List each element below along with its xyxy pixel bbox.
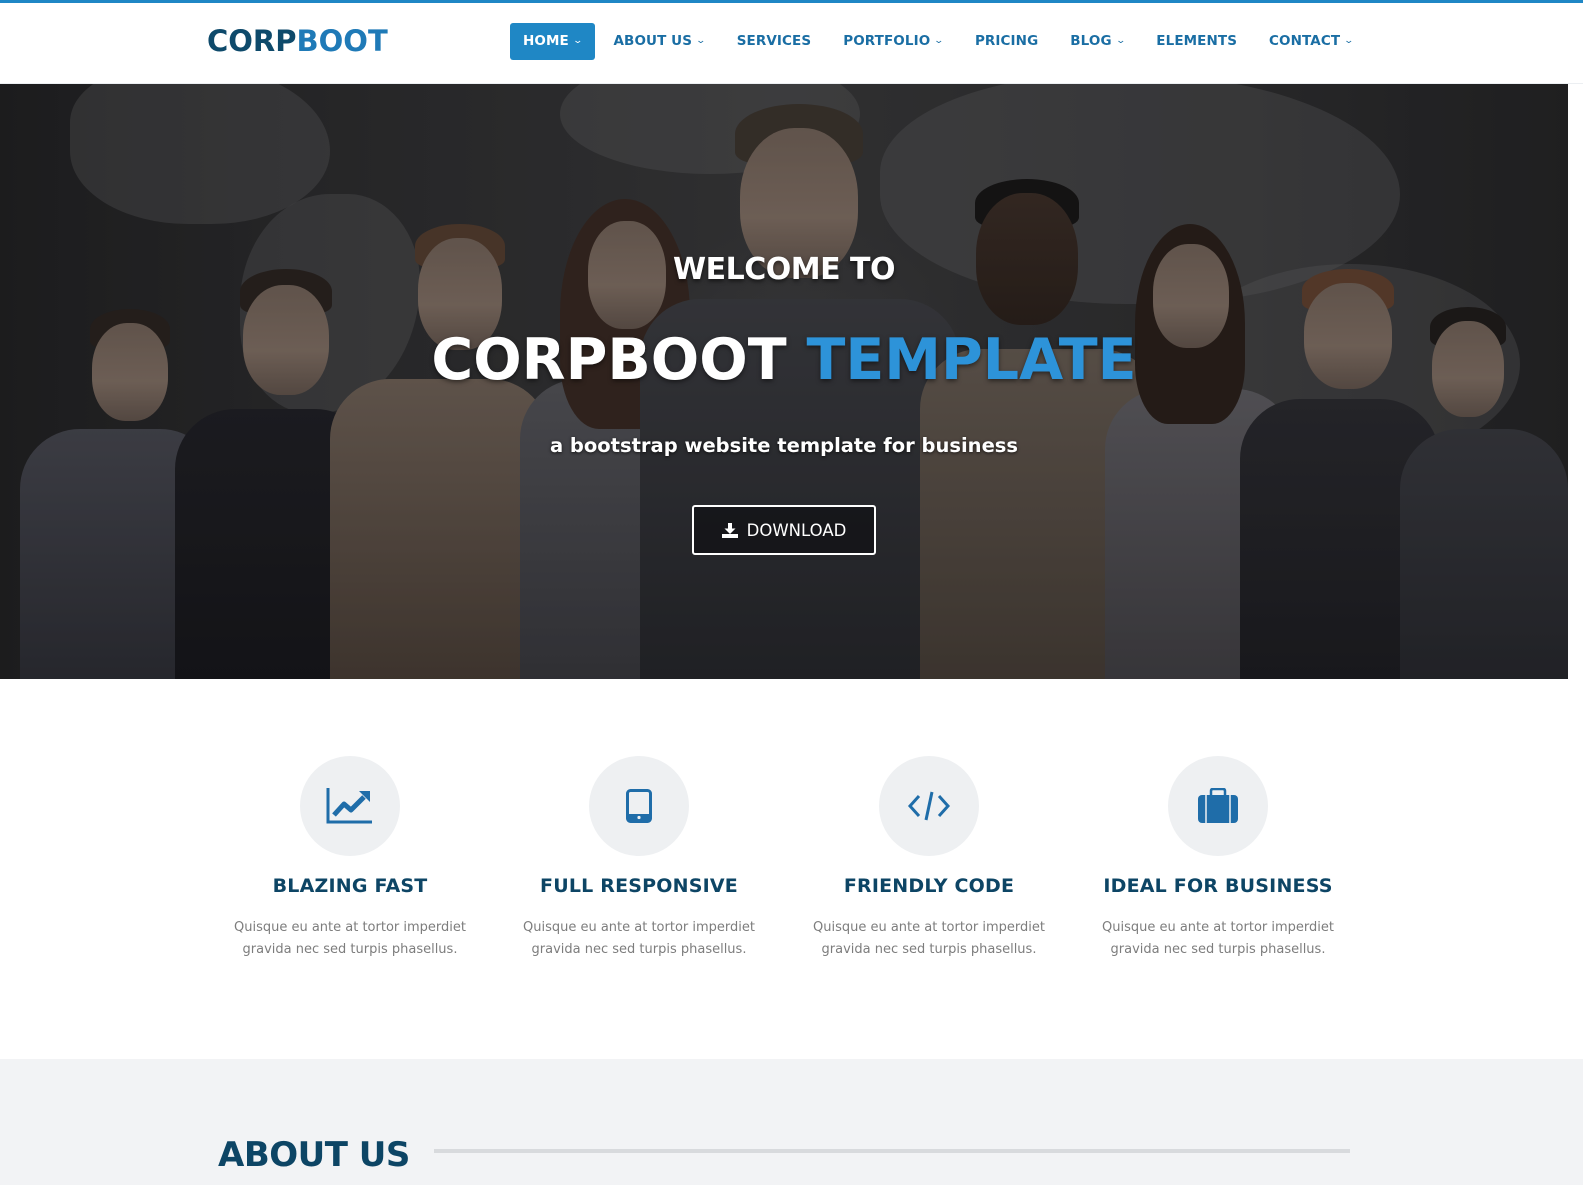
feature-title: BLAZING FAST [272,875,428,897]
chevron-down-icon: ⌄ [933,36,945,46]
chart-line-icon [326,788,372,824]
download-label: DOWNLOAD [746,520,847,540]
about-heading: ABOUT US [218,1135,410,1175]
heading-divider-line [434,1149,1350,1153]
feature-description: Quisque eu ante at tortor imperdiet grav… [1073,917,1363,961]
briefcase-icon [1198,788,1238,823]
feature-description-line: gravida nec sed turpis phasellus. [531,942,747,957]
code-icon [907,791,951,821]
chevron-down-icon: ⌄ [1343,36,1355,46]
hero-title-blue: TEMPLATE [806,327,1137,393]
chevron-down-icon: ⌄ [1115,36,1126,46]
main-nav: HOME ⌄ ABOUT US ⌄ SERVICES PORTFOLIO ⌄ P… [510,23,1372,60]
feature-description-line: gravida nec sed turpis phasellus. [821,942,1037,957]
nav-item-about-us[interactable]: ABOUT US ⌄ [601,23,718,60]
nav-label: PRICING [974,33,1039,49]
hero-title-white: CORPBOOT [431,327,787,393]
feature-description-line: gravida nec sed turpis phasellus. [242,942,458,957]
download-button[interactable]: DOWNLOAD [692,505,876,555]
site-header: CORPBOOT HOME ⌄ ABOUT US ⌄ SERVICES PORT… [0,3,1583,84]
feature-icon-circle [300,756,400,856]
nav-item-services[interactable]: SERVICES [724,23,824,60]
nav-label: ABOUT US [613,33,693,49]
feature-title: FRIENDLY CODE [843,875,1015,897]
hero-section: WELCOME TO CORPBOOT TEMPLATE a bootstrap… [0,84,1568,679]
logo[interactable]: CORPBOOT [207,23,388,59]
feature-icon-circle [589,756,689,856]
nav-item-portfolio[interactable]: PORTFOLIO ⌄ [830,23,956,60]
about-section: ABOUT US [0,1059,1583,1185]
nav-label: ELEMENTS [1156,33,1238,49]
nav-item-elements[interactable]: ELEMENTS [1143,23,1250,60]
nav-label: BLOG [1070,33,1112,49]
nav-item-home[interactable]: HOME ⌄ [510,23,595,60]
feature-title: FULL RESPONSIVE [540,875,738,897]
feature-title: IDEAL FOR BUSINESS [1103,875,1333,897]
feature-description: Quisque eu ante at tortor imperdiet grav… [494,917,784,961]
nav-item-pricing[interactable]: PRICING [962,23,1051,60]
nav-item-blog[interactable]: BLOG ⌄ [1057,23,1137,60]
logo-text-corp: CORP [207,24,297,58]
feature-icon-circle [1168,756,1268,856]
hero-subtitle: a bootstrap website template for busines… [549,434,1019,457]
feature-description-line: Quisque eu ante at tortor imperdiet [233,920,466,935]
nav-label: SERVICES [736,33,812,49]
nav-item-contact[interactable]: CONTACT ⌄ [1256,23,1366,60]
tablet-icon [626,789,652,823]
hero-title: CORPBOOT TEMPLATE [0,327,1568,393]
hero-welcome-text: WELCOME TO [673,252,895,287]
feature-description: Quisque eu ante at tortor imperdiet grav… [784,917,1074,961]
logo-text-boot: BOOT [296,24,388,58]
nav-label: PORTFOLIO [843,33,931,49]
feature-description-line: Quisque eu ante at tortor imperdiet [812,920,1045,935]
nav-label: HOME [523,33,569,49]
chevron-down-icon: ⌄ [695,36,707,46]
feature-description-line: Quisque eu ante at tortor imperdiet [522,920,755,935]
hero-content: WELCOME TO CORPBOOT TEMPLATE a bootstrap… [0,84,1568,679]
feature-description-line: Quisque eu ante at tortor imperdiet [1101,920,1334,935]
feature-icon-circle [879,756,979,856]
download-icon [721,522,738,538]
feature-description-line: gravida nec sed turpis phasellus. [1110,942,1326,957]
features-section: BLAZING FAST Quisque eu ante at tortor i… [0,679,1583,1059]
nav-label: CONTACT [1269,33,1341,49]
chevron-down-icon: ⌄ [572,36,584,46]
feature-description: Quisque eu ante at tortor imperdiet grav… [205,917,495,961]
